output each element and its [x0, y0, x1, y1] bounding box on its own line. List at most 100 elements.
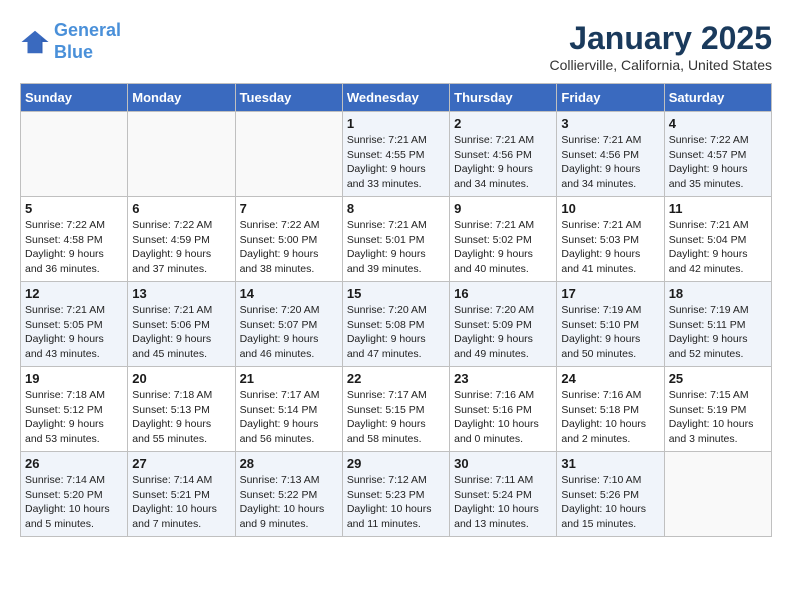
day-info: Sunrise: 7:15 AM Sunset: 5:19 PM Dayligh… — [669, 388, 767, 447]
calendar-cell — [128, 112, 235, 197]
day-info: Sunrise: 7:22 AM Sunset: 5:00 PM Dayligh… — [240, 218, 338, 277]
day-info: Sunrise: 7:20 AM Sunset: 5:07 PM Dayligh… — [240, 303, 338, 362]
day-number: 13 — [132, 286, 230, 301]
day-number: 14 — [240, 286, 338, 301]
day-info: Sunrise: 7:19 AM Sunset: 5:11 PM Dayligh… — [669, 303, 767, 362]
calendar-week-3: 12Sunrise: 7:21 AM Sunset: 5:05 PM Dayli… — [21, 282, 772, 367]
day-number: 28 — [240, 456, 338, 471]
day-info: Sunrise: 7:11 AM Sunset: 5:24 PM Dayligh… — [454, 473, 552, 532]
day-info: Sunrise: 7:17 AM Sunset: 5:15 PM Dayligh… — [347, 388, 445, 447]
day-number: 1 — [347, 116, 445, 131]
calendar-cell — [664, 452, 771, 537]
day-info: Sunrise: 7:21 AM Sunset: 5:06 PM Dayligh… — [132, 303, 230, 362]
day-info: Sunrise: 7:21 AM Sunset: 5:03 PM Dayligh… — [561, 218, 659, 277]
day-number: 26 — [25, 456, 123, 471]
calendar-week-1: 1 Sunrise: 7:21 AM Sunset: 4:55 PM Daylig… — [21, 112, 772, 197]
day-info: Sunrise: 7:16 AM Sunset: 5:18 PM Dayligh… — [561, 388, 659, 447]
day-number: 11 — [669, 201, 767, 216]
day-number: 27 — [132, 456, 230, 471]
calendar-cell: 29Sunrise: 7:12 AM Sunset: 5:23 PM Dayli… — [342, 452, 449, 537]
day-number: 21 — [240, 371, 338, 386]
calendar-week-2: 5Sunrise: 7:22 AM Sunset: 4:58 PM Daylig… — [21, 197, 772, 282]
calendar-cell: 19 Sunrise: 7:18 AM Sunset: 5:12 PM Dayli… — [21, 367, 128, 452]
calendar-cell: 10Sunrise: 7:21 AM Sunset: 5:03 PM Dayli… — [557, 197, 664, 282]
calendar-cell: 25 Sunrise: 7:15 AM Sunset: 5:19 PM Dayli… — [664, 367, 771, 452]
day-info: Sunrise: 7:17 AM Sunset: 5:14 PM Dayligh… — [240, 388, 338, 447]
col-monday: Monday — [128, 84, 235, 112]
calendar-cell: 28 Sunrise: 7:13 AM Sunset: 5:22 PM Dayli… — [235, 452, 342, 537]
col-friday: Friday — [557, 84, 664, 112]
day-info: Sunrise: 7:21 AM Sunset: 4:56 PM Dayligh… — [454, 133, 552, 192]
header-row: Sunday Monday Tuesday Wednesday Thursday… — [21, 84, 772, 112]
day-number: 20 — [132, 371, 230, 386]
day-number: 6 — [132, 201, 230, 216]
calendar-cell: 14 Sunrise: 7:20 AM Sunset: 5:07 PM Dayli… — [235, 282, 342, 367]
col-sunday: Sunday — [21, 84, 128, 112]
day-number: 19 — [25, 371, 123, 386]
day-info: Sunrise: 7:20 AM Sunset: 5:09 PM Dayligh… — [454, 303, 552, 362]
day-number: 2 — [454, 116, 552, 131]
logo-text: General Blue — [54, 20, 121, 63]
calendar-subtitle: Collierville, California, United States — [549, 57, 772, 73]
day-info: Sunrise: 7:22 AM Sunset: 4:58 PM Dayligh… — [25, 218, 123, 277]
day-number: 16 — [454, 286, 552, 301]
calendar-cell: 21 Sunrise: 7:17 AM Sunset: 5:14 PM Dayli… — [235, 367, 342, 452]
calendar-cell: 2 Sunrise: 7:21 AM Sunset: 4:56 PM Daylig… — [450, 112, 557, 197]
day-number: 25 — [669, 371, 767, 386]
day-info: Sunrise: 7:21 AM Sunset: 5:04 PM Dayligh… — [669, 218, 767, 277]
day-info: Sunrise: 7:21 AM Sunset: 5:01 PM Dayligh… — [347, 218, 445, 277]
col-wednesday: Wednesday — [342, 84, 449, 112]
day-info: Sunrise: 7:21 AM Sunset: 4:56 PM Dayligh… — [561, 133, 659, 192]
day-number: 29 — [347, 456, 445, 471]
calendar-cell: 30 Sunrise: 7:11 AM Sunset: 5:24 PM Dayli… — [450, 452, 557, 537]
col-saturday: Saturday — [664, 84, 771, 112]
day-number: 8 — [347, 201, 445, 216]
col-tuesday: Tuesday — [235, 84, 342, 112]
day-info: Sunrise: 7:16 AM Sunset: 5:16 PM Dayligh… — [454, 388, 552, 447]
day-number: 17 — [561, 286, 659, 301]
day-number: 23 — [454, 371, 552, 386]
calendar-cell: 6 Sunrise: 7:22 AM Sunset: 4:59 PM Daylig… — [128, 197, 235, 282]
calendar-cell: 13 Sunrise: 7:21 AM Sunset: 5:06 PM Dayli… — [128, 282, 235, 367]
calendar-cell: 8 Sunrise: 7:21 AM Sunset: 5:01 PM Daylig… — [342, 197, 449, 282]
day-info: Sunrise: 7:19 AM Sunset: 5:10 PM Dayligh… — [561, 303, 659, 362]
calendar-cell: 1 Sunrise: 7:21 AM Sunset: 4:55 PM Daylig… — [342, 112, 449, 197]
day-number: 18 — [669, 286, 767, 301]
calendar-cell: 9Sunrise: 7:21 AM Sunset: 5:02 PM Daylig… — [450, 197, 557, 282]
day-info: Sunrise: 7:13 AM Sunset: 5:22 PM Dayligh… — [240, 473, 338, 532]
calendar-cell: 20 Sunrise: 7:18 AM Sunset: 5:13 PM Dayli… — [128, 367, 235, 452]
day-info: Sunrise: 7:21 AM Sunset: 4:55 PM Dayligh… — [347, 133, 445, 192]
day-number: 31 — [561, 456, 659, 471]
calendar-cell — [21, 112, 128, 197]
calendar-cell — [235, 112, 342, 197]
day-info: Sunrise: 7:18 AM Sunset: 5:13 PM Dayligh… — [132, 388, 230, 447]
day-number: 3 — [561, 116, 659, 131]
calendar-cell: 4Sunrise: 7:22 AM Sunset: 4:57 PM Daylig… — [664, 112, 771, 197]
calendar-cell: 12Sunrise: 7:21 AM Sunset: 5:05 PM Dayli… — [21, 282, 128, 367]
day-number: 12 — [25, 286, 123, 301]
day-number: 30 — [454, 456, 552, 471]
calendar-cell: 16 Sunrise: 7:20 AM Sunset: 5:09 PM Dayli… — [450, 282, 557, 367]
day-info: Sunrise: 7:22 AM Sunset: 4:59 PM Dayligh… — [132, 218, 230, 277]
logo-icon — [20, 27, 50, 57]
calendar-cell: 11 Sunrise: 7:21 AM Sunset: 5:04 PM Dayli… — [664, 197, 771, 282]
day-number: 15 — [347, 286, 445, 301]
calendar-cell: 18 Sunrise: 7:19 AM Sunset: 5:11 PM Dayli… — [664, 282, 771, 367]
calendar-cell: 7Sunrise: 7:22 AM Sunset: 5:00 PM Daylig… — [235, 197, 342, 282]
logo-line1: General — [54, 20, 121, 40]
page-header: General Blue January 2025 Collierville, … — [20, 20, 772, 73]
day-number: 9 — [454, 201, 552, 216]
col-thursday: Thursday — [450, 84, 557, 112]
calendar-cell: 24 Sunrise: 7:16 AM Sunset: 5:18 PM Dayli… — [557, 367, 664, 452]
calendar-table: Sunday Monday Tuesday Wednesday Thursday… — [20, 83, 772, 537]
calendar-cell: 17 Sunrise: 7:19 AM Sunset: 5:10 PM Dayli… — [557, 282, 664, 367]
day-info: Sunrise: 7:14 AM Sunset: 5:20 PM Dayligh… — [25, 473, 123, 532]
calendar-cell: 23 Sunrise: 7:16 AM Sunset: 5:16 PM Dayli… — [450, 367, 557, 452]
day-info: Sunrise: 7:18 AM Sunset: 5:12 PM Dayligh… — [25, 388, 123, 447]
calendar-title: January 2025 — [549, 20, 772, 57]
calendar-cell: 27Sunrise: 7:14 AM Sunset: 5:21 PM Dayli… — [128, 452, 235, 537]
day-number: 24 — [561, 371, 659, 386]
calendar-cell: 26 Sunrise: 7:14 AM Sunset: 5:20 PM Dayli… — [21, 452, 128, 537]
calendar-cell: 31Sunrise: 7:10 AM Sunset: 5:26 PM Dayli… — [557, 452, 664, 537]
calendar-week-4: 19 Sunrise: 7:18 AM Sunset: 5:12 PM Dayli… — [21, 367, 772, 452]
